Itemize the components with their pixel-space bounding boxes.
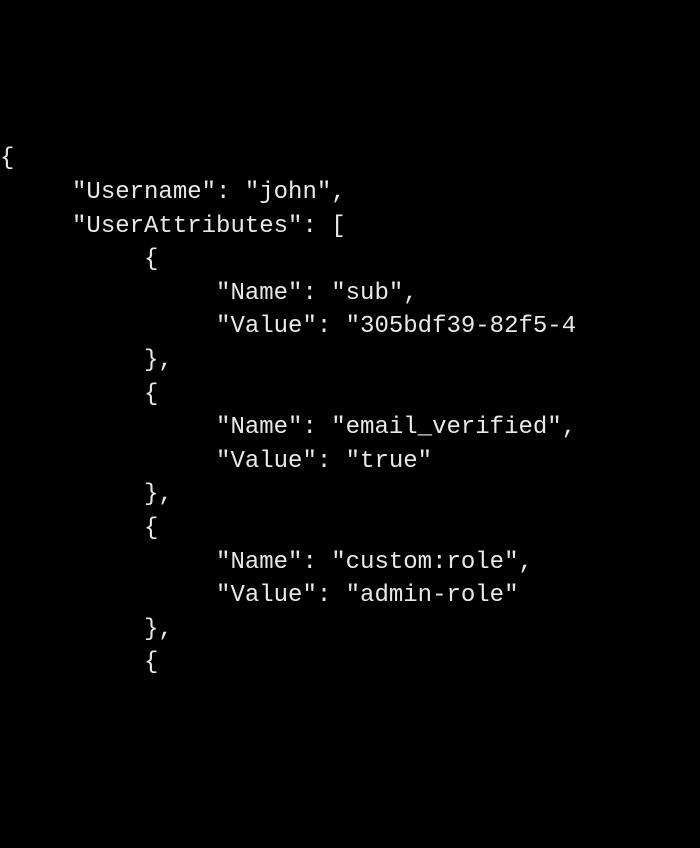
code-line: "Value": "305bdf39-82f5-4 [0, 313, 576, 340]
code-line: "UserAttributes": [ [0, 213, 346, 240]
code-line: { [0, 246, 158, 273]
json-code-block: { "Username": "john", "UserAttributes": … [0, 142, 700, 680]
code-line: "Name": "email_verified", [0, 414, 576, 441]
code-line: "Name": "sub", [0, 280, 418, 307]
code-line: "Username": "john", [0, 179, 346, 206]
code-line: { [0, 381, 158, 408]
code-line: { [0, 145, 14, 172]
code-line: "Value": "true" [0, 448, 432, 475]
code-line: { [0, 515, 158, 542]
code-line: "Value": "admin-role" [0, 582, 518, 609]
code-line: { [0, 649, 158, 676]
code-line: "Name": "custom:role", [0, 549, 533, 576]
code-line: }, [0, 481, 173, 508]
code-line: }, [0, 347, 173, 374]
code-line: }, [0, 616, 173, 643]
